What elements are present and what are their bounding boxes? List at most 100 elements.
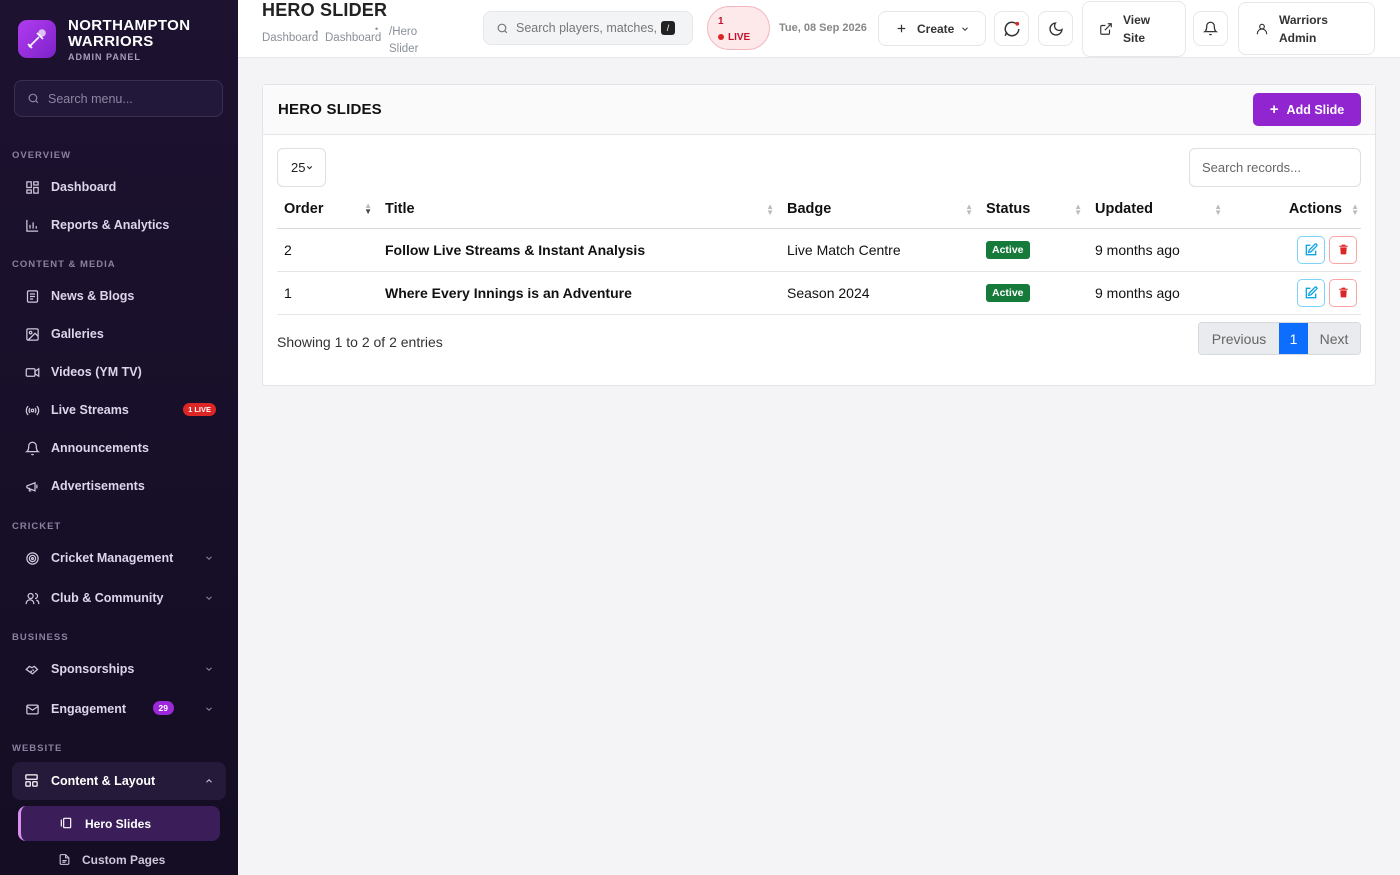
view-site-button[interactable]: View Site [1082,1,1186,57]
live-indicator[interactable]: 1 LIVE [707,6,770,50]
sort-icon: ▲ ▼ [766,202,774,217]
sidebar: NORTHAMPTON WARRIORS ADMIN PANEL OVERVIE… [0,0,238,875]
column-actions[interactable]: Actions ▲ ▼ [1228,191,1361,229]
table-row[interactable]: 1 Where Every Innings is an Adventure Se… [277,271,1361,315]
cell-actions [1228,228,1361,272]
megaphone-icon [24,478,40,494]
shortcut-key: / [661,21,675,35]
sidebar-item-label: Advertisements [51,479,145,493]
column-updated[interactable]: Updated ▲ ▼ [1088,191,1228,229]
sidebar-item-news[interactable]: News & Blogs [12,279,226,313]
sidebar-search[interactable] [14,80,223,117]
chevron-up-icon [204,775,214,789]
theme-toggle-button[interactable] [1038,11,1073,46]
cell-actions [1228,271,1361,315]
sidebar-item-videos[interactable]: Videos (YM TV) [12,355,226,389]
sidebar-search-input[interactable] [48,91,208,106]
delete-button[interactable] [1329,278,1357,307]
cell-badge: Season 2024 [780,271,979,315]
sidebar-item-label: Hero Slides [85,816,152,831]
column-title[interactable]: Title ▲ ▼ [378,191,780,229]
sidebar-item-advertisements[interactable]: Advertisements [12,469,226,503]
slides-icon [59,816,73,833]
sidebar-item-content-layout[interactable]: Content & Layout [12,762,226,800]
edit-icon [1305,242,1318,255]
delete-button[interactable] [1329,235,1357,264]
previous-page-button[interactable]: Previous [1199,323,1279,354]
search-icon [28,93,39,104]
chat-button[interactable] [994,11,1029,46]
cell-updated: 9 months ago [1088,271,1228,315]
sidebar-item-engagement[interactable]: Engagement 29 [12,692,226,726]
user-menu-button[interactable]: Warriors Admin [1238,2,1375,55]
sort-icon: ▲ ▼ [1074,202,1082,217]
create-button[interactable]: Create [878,11,986,46]
cell-badge: Live Match Centre [780,228,979,272]
plus-icon [897,24,906,33]
slides-table: Order ▲ ▼ Title ▲ ▼ Badge ▲ ▼ Status ▲ ▼ Updated… [277,191,1361,315]
section-content: CONTENT & MEDIA [12,259,116,270]
sidebar-item-live-streams[interactable]: Live Streams 1 LIVE [12,393,226,427]
sidebar-item-cricket-management[interactable]: Cricket Management [12,541,226,575]
page-title: HERO SLIDER [262,0,388,20]
live-badge: 1 LIVE [183,403,216,416]
edit-button[interactable] [1297,278,1325,307]
breadcrumb-separator: • [375,24,379,34]
edit-icon [1305,285,1318,298]
cell-order: 2 [277,228,378,272]
file-icon [58,853,71,869]
notifications-button[interactable] [1193,11,1228,46]
moon-icon [1048,21,1063,36]
pagination: Previous 1 Next [1198,322,1361,355]
chevron-down-icon [962,26,969,31]
cell-title: Where Every Innings is an Adventure [378,271,780,315]
sidebar-item-label: Custom Pages [82,853,166,867]
sidebar-item-dashboard[interactable]: Dashboard [12,170,226,204]
records-search-input[interactable] [1189,148,1361,187]
sort-icon: ▲ ▼ [364,201,372,216]
users-icon [24,590,40,606]
user-icon [1256,23,1268,34]
column-badge[interactable]: Badge ▲ ▼ [780,191,979,229]
table-info: Showing 1 to 2 of 2 entries [277,334,443,350]
breadcrumb-item[interactable]: Dashboard [262,32,318,44]
current-date: Tue, 08 Sep 2026 [779,22,867,34]
sidebar-item-custom-pages[interactable]: Custom Pages [18,846,220,874]
page-1-button[interactable]: 1 [1279,323,1308,354]
bell-icon [24,440,40,456]
status-badge: Active [986,241,1030,259]
sidebar-item-label: Dashboard [51,180,117,194]
sidebar-item-club-community[interactable]: Club & Community [12,581,226,615]
live-count: 1 [718,16,724,27]
edit-button[interactable] [1297,235,1325,264]
brand[interactable]: NORTHAMPTON WARRIORS ADMIN PANEL [18,18,208,62]
global-search-input[interactable] [516,21,661,35]
global-search[interactable]: / [483,11,693,45]
chat-notification-icon [1004,20,1019,36]
column-status[interactable]: Status ▲ ▼ [979,191,1088,229]
next-page-button[interactable]: Next [1308,323,1360,354]
page-size-select[interactable]: 25 [277,148,326,187]
add-slide-button[interactable]: + Add Slide [1253,93,1361,126]
breadcrumb-item[interactable]: Dashboard [325,32,381,44]
bar-chart-icon [24,217,40,233]
sidebar-item-label: Club & Community [51,591,164,605]
video-camera-icon [24,364,40,380]
sidebar-item-galleries[interactable]: Galleries [12,317,226,351]
live-label: LIVE [728,32,751,43]
column-order[interactable]: Order ▲ ▼ [277,191,378,229]
sidebar-item-reports[interactable]: Reports & Analytics [12,208,226,242]
sidebar-item-announcements[interactable]: Announcements [12,431,226,465]
sidebar-item-sponsorships[interactable]: Sponsorships [12,652,226,686]
add-slide-label: Add Slide [1286,102,1345,117]
top-header: HERO SLIDER Dashboard • Dashboard • /Her… [238,0,1400,58]
chevron-down-icon [307,165,313,170]
breadcrumb-current: /Hero Slider [389,26,419,55]
live-dot-icon [718,34,724,40]
sidebar-item-label: Galleries [51,327,104,341]
cell-title: Follow Live Streams & Instant Analysis [378,228,780,272]
sidebar-item-hero-slides[interactable]: Hero Slides [18,806,220,841]
newspaper-icon [24,288,40,304]
table-row[interactable]: 2 Follow Live Streams & Instant Analysis… [277,228,1361,272]
section-cricket: CRICKET [12,521,62,532]
